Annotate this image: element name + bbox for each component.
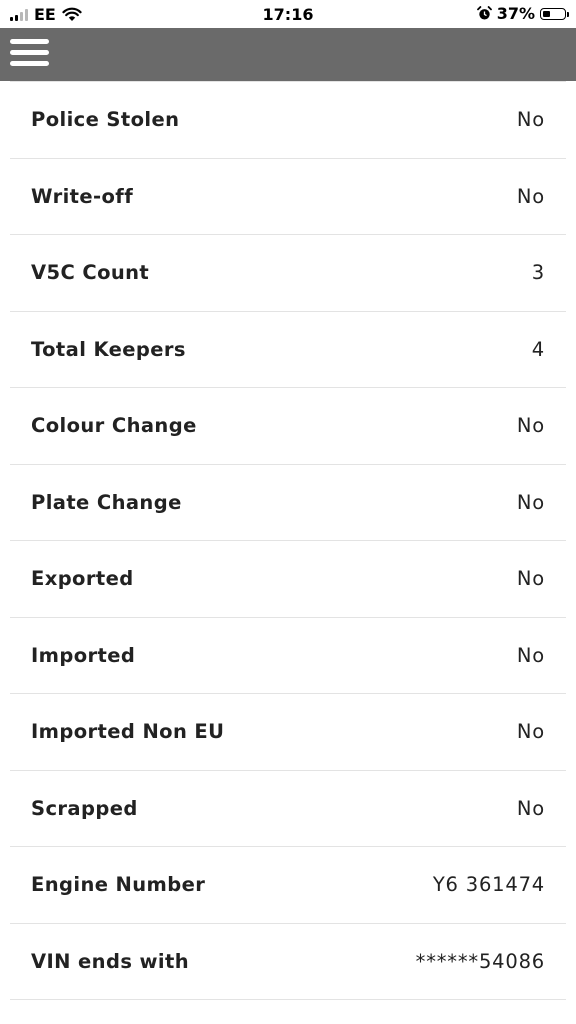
battery-percent: 37%: [496, 4, 535, 23]
detail-row: Engine Number Y6 361474: [10, 847, 566, 924]
detail-row: Colour Change No: [10, 388, 566, 465]
detail-row: Imported No: [10, 618, 566, 694]
detail-row: Write-off No: [10, 159, 566, 235]
detail-value: ******54086: [415, 949, 545, 973]
detail-label: V5C Count: [31, 261, 150, 285]
app-header: [0, 28, 576, 81]
hamburger-menu-icon[interactable]: [10, 39, 50, 71]
status-right: 37%: [476, 4, 569, 23]
detail-value: No: [516, 643, 545, 667]
detail-row: Imported Non EU No: [10, 694, 566, 771]
detail-label: Exported: [31, 567, 134, 591]
detail-row: VIN ends with ******54086: [10, 924, 566, 1000]
detail-value: No: [516, 108, 545, 132]
detail-value: No: [516, 490, 545, 514]
detail-value: No: [516, 414, 545, 438]
detail-value: 3: [531, 261, 545, 285]
detail-row: Total Keepers 4: [10, 312, 566, 388]
detail-value: No: [516, 567, 545, 591]
detail-value: No: [516, 184, 545, 208]
detail-row: V5C Count 3: [10, 235, 566, 312]
detail-row: Scrapped No: [10, 771, 566, 847]
detail-label: Imported: [31, 643, 136, 667]
detail-label: VIN ends with: [31, 949, 190, 973]
battery-fill: [543, 10, 550, 17]
detail-row: Plate Change No: [10, 465, 566, 541]
detail-label: Engine Number: [31, 873, 206, 897]
alarm-icon: [476, 6, 492, 20]
detail-label: Police Stolen: [31, 108, 180, 132]
detail-label: Plate Change: [31, 490, 182, 514]
detail-value: No: [516, 720, 545, 744]
detail-label: Imported Non EU: [31, 720, 225, 744]
detail-label: Total Keepers: [31, 337, 186, 361]
detail-label: Scrapped: [31, 796, 138, 820]
detail-label: Write-off: [31, 184, 134, 208]
detail-row: Exported No: [10, 541, 566, 618]
detail-value: No: [516, 796, 545, 820]
vehicle-details-list: Police Stolen No Write-off No V5C Count 3 Tota…: [10, 81, 566, 1000]
detail-value: 4: [531, 337, 545, 361]
battery-icon: [540, 7, 569, 20]
detail-label: Colour Change: [31, 414, 197, 438]
detail-value: Y6 361474: [432, 873, 545, 897]
status-bar: EE 17:16 37%: [0, 0, 576, 28]
detail-row: Police Stolen No: [10, 82, 566, 159]
